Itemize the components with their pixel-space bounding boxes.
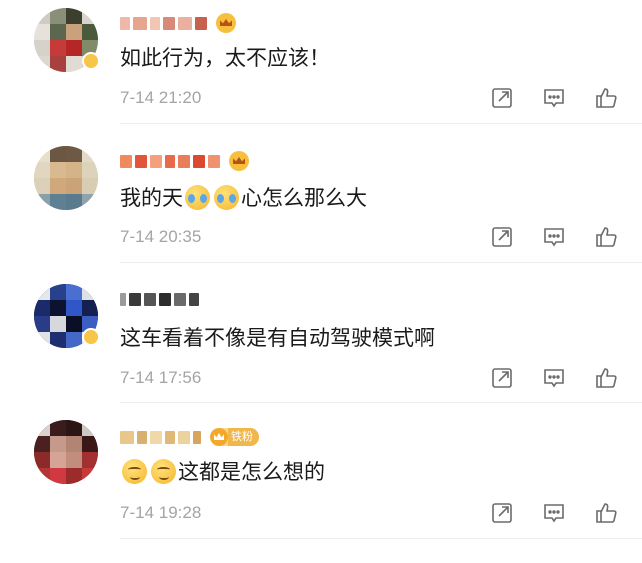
crown-badge-icon [229, 151, 249, 171]
comment-text: 这车看着不像是有自动驾驶模式啊 [120, 326, 435, 350]
share-icon [492, 503, 512, 523]
sweat-icon [151, 458, 176, 484]
reply-button[interactable] [528, 501, 580, 525]
share-button[interactable] [476, 501, 528, 525]
comment-icon [544, 228, 564, 247]
reply-button[interactable] [528, 225, 580, 249]
comment-icon [544, 504, 564, 523]
fan-badge: 铁粉 [210, 428, 259, 446]
like-button[interactable] [580, 501, 632, 525]
comment-actions [476, 225, 632, 249]
share-button[interactable] [476, 225, 528, 249]
comment-item: 如此行为，太不应该！ 7-14 21:20 [0, 0, 642, 124]
like-button[interactable] [580, 366, 632, 390]
comment-time: 7-14 21:20 [120, 88, 202, 107]
fan-badge-label: 铁粉 [228, 428, 259, 446]
reply-button[interactable] [528, 366, 580, 390]
username[interactable] [120, 288, 199, 310]
comment-text: 这都是怎么想的 [120, 456, 325, 486]
comment-actions [476, 86, 632, 110]
comment-text: 我的天 心怎么那么大 [120, 184, 367, 210]
comment-item: 这车看着不像是有自动驾驶模式啊 7-14 17:56 [0, 262, 642, 403]
reply-button[interactable] [528, 86, 580, 110]
verified-badge-icon [82, 52, 100, 70]
comment-time: 7-14 17:56 [120, 368, 202, 387]
comment-time: 7-14 20:35 [120, 227, 202, 246]
thumb-up-icon [596, 503, 617, 523]
avatar[interactable] [34, 420, 98, 484]
comment-time: 7-14 19:28 [120, 503, 202, 522]
comment-item: 我的天 心怎么那么大 7-14 20:35 [0, 124, 642, 263]
divider [120, 538, 642, 539]
comment-item: 铁粉 这都是怎么想的 7-14 19:28 [0, 402, 642, 563]
share-icon [492, 368, 512, 388]
thumb-up-icon [596, 88, 617, 108]
comment-text: 如此行为，太不应该！ [120, 46, 330, 70]
avatar[interactable] [34, 146, 98, 210]
like-button[interactable] [580, 225, 632, 249]
username[interactable]: 铁粉 [120, 426, 259, 448]
share-icon [492, 88, 512, 108]
cry-laugh-icon [185, 184, 210, 210]
like-button[interactable] [580, 86, 632, 110]
comment-icon [544, 89, 564, 108]
comment-icon [544, 369, 564, 388]
verified-badge-icon [82, 328, 100, 346]
crown-badge-icon [216, 13, 236, 33]
cry-laugh-icon [214, 184, 239, 210]
username[interactable] [120, 12, 236, 34]
share-icon [492, 227, 512, 247]
comment-actions [476, 501, 632, 525]
comment-actions [476, 366, 632, 390]
sweat-icon [122, 458, 147, 484]
thumb-up-icon [596, 368, 617, 388]
share-button[interactable] [476, 366, 528, 390]
thumb-up-icon [596, 227, 617, 247]
share-button[interactable] [476, 86, 528, 110]
username[interactable] [120, 150, 249, 172]
crown-badge-icon [210, 428, 228, 446]
